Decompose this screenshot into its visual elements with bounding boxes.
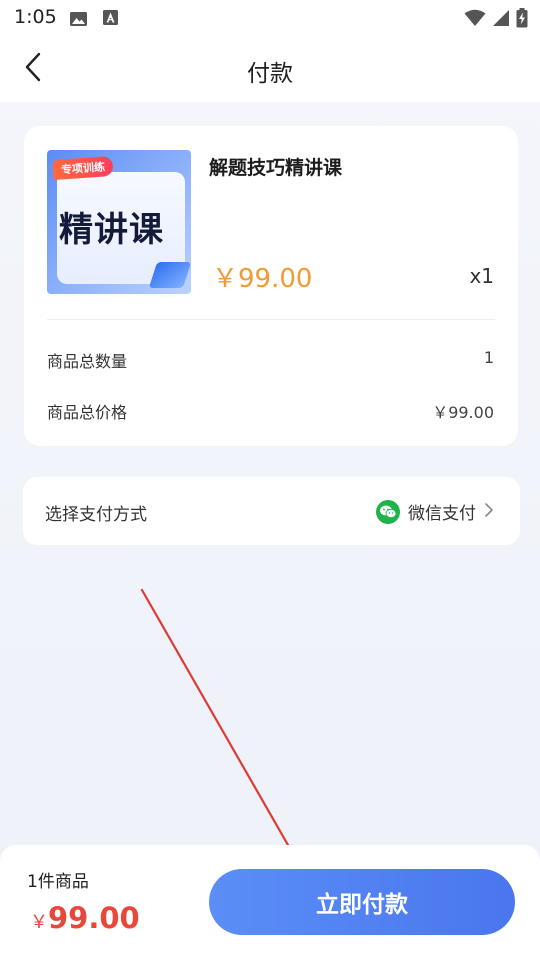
wechat-pay-icon xyxy=(376,499,400,524)
total-amount: ￥99.00 xyxy=(30,901,140,935)
payment-method-label: 选择支付方式 xyxy=(45,505,147,525)
total-quantity-label: 商品总数量 xyxy=(47,352,128,371)
total-price-value: ￥99.00 xyxy=(432,403,494,422)
pay-now-button[interactable]: 立即付款 xyxy=(209,869,515,935)
total-price-label: 商品总价格 xyxy=(47,403,128,422)
course-cover-image[interactable]: 专项训练 精讲课 xyxy=(47,150,191,294)
payment-method-selector[interactable]: 选择支付方式 微信支付 xyxy=(23,477,520,545)
battery-charging-icon xyxy=(516,8,528,32)
currency-symbol: ￥ xyxy=(30,912,48,933)
product-card: 专项训练 精讲课 解题技巧精讲课 ￥99.00 x1 商品总数量 1 商品总价格… xyxy=(24,126,518,446)
gallery-notification-icon xyxy=(70,11,87,26)
chevron-right-icon xyxy=(484,502,494,522)
nav-bar: 付款 xyxy=(0,36,540,102)
selected-payment-method[interactable]: 微信支付 xyxy=(376,499,494,524)
wifi-icon xyxy=(464,9,486,31)
product-name: 解题技巧精讲课 xyxy=(209,157,343,179)
divider xyxy=(47,319,495,320)
status-time: 1:05 xyxy=(14,6,57,28)
status-indicators xyxy=(464,8,528,32)
cover-book-decoration xyxy=(148,262,191,288)
page-title: 付款 xyxy=(247,61,293,87)
status-bar: 1:05 xyxy=(0,0,540,36)
payment-method-name: 微信支付 xyxy=(408,504,476,524)
total-amount-value: 99.00 xyxy=(48,901,140,935)
cover-tag: 专项训练 xyxy=(52,155,114,181)
item-count: 1件商品 xyxy=(27,872,89,892)
total-quantity-value: 1 xyxy=(483,348,494,367)
cover-title: 精讲课 xyxy=(59,210,164,250)
checkout-bar: 1件商品 ￥99.00 立即付款 xyxy=(0,845,540,960)
font-notification-icon xyxy=(103,10,118,25)
signal-icon xyxy=(492,9,510,31)
product-quantity: x1 xyxy=(469,264,494,288)
product-price: ￥99.00 xyxy=(212,264,313,294)
